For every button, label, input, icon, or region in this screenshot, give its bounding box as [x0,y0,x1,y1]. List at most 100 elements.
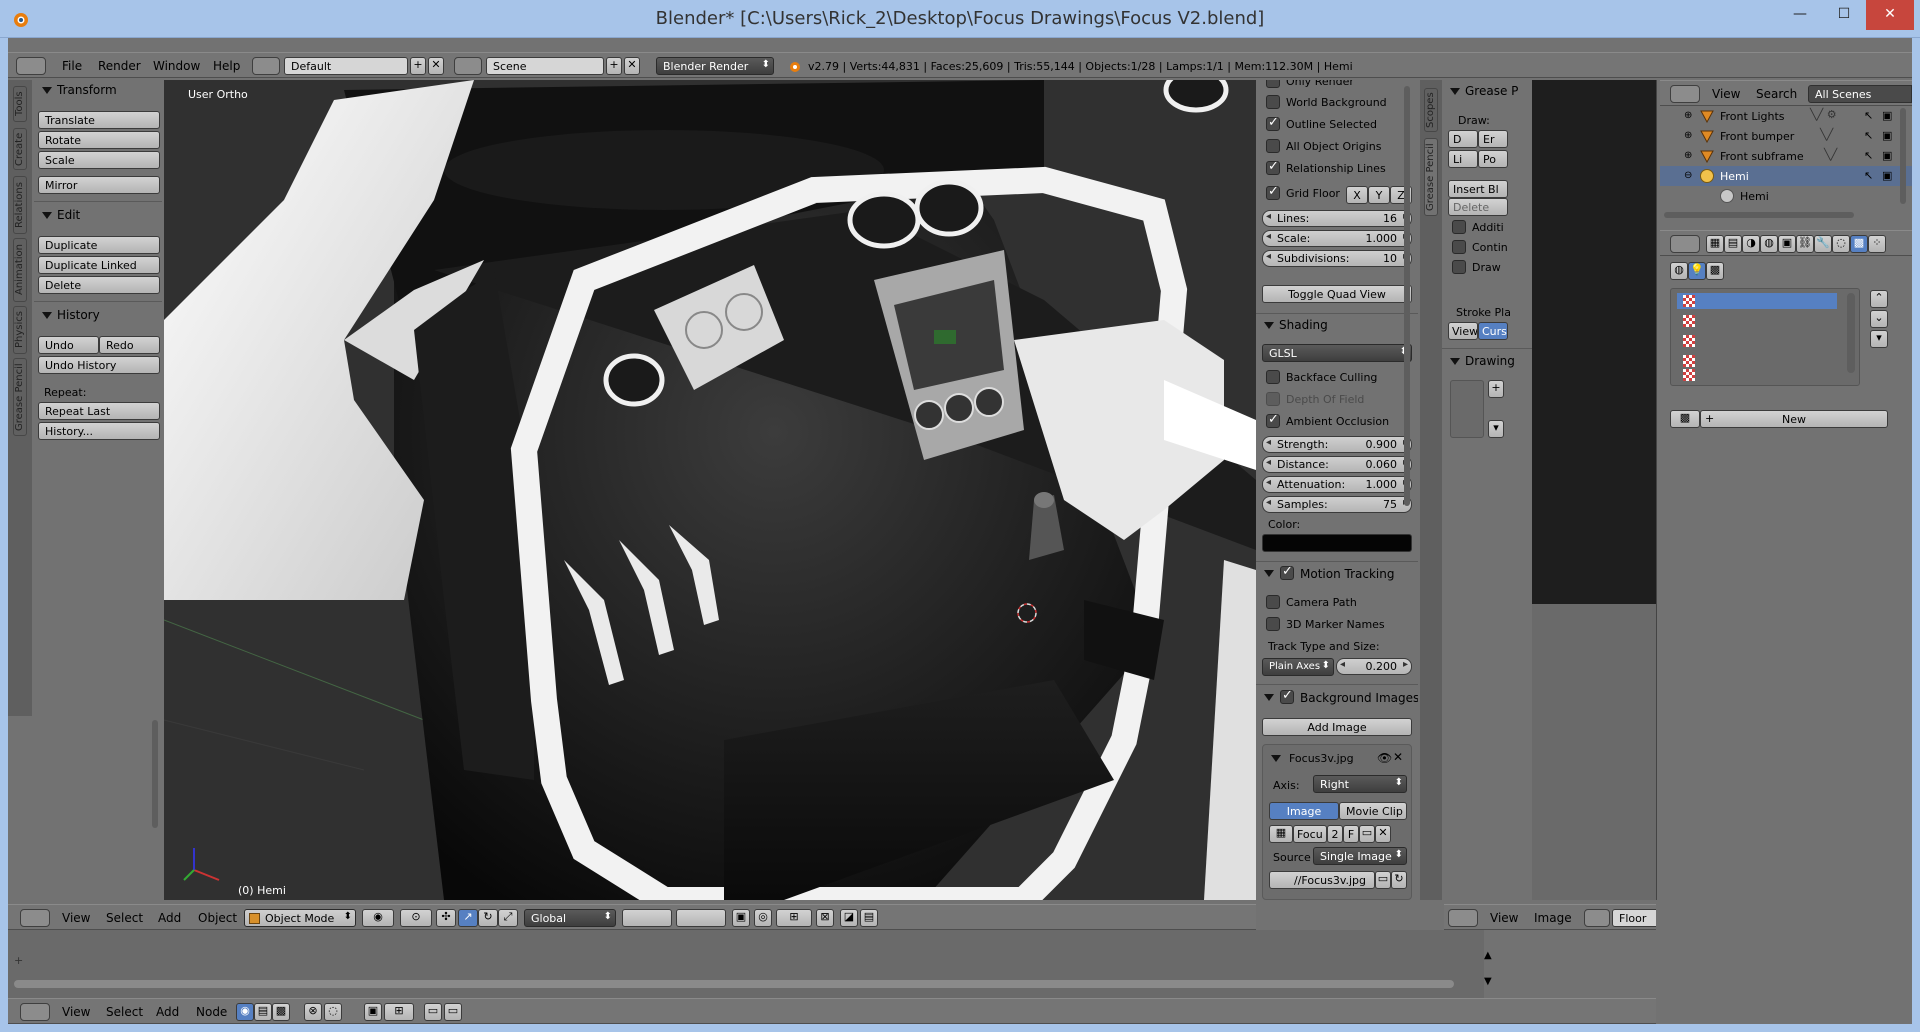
expand-icon[interactable]: ⊕ [1684,110,1692,121]
shading-panel-title[interactable]: Shading [1264,318,1328,332]
drawing-add-icon[interactable]: + [1488,380,1504,398]
selectable-icon[interactable]: ↖ [1864,129,1873,142]
editor-type-3dview-icon[interactable] [20,909,50,927]
menu-add[interactable]: Add [158,911,181,925]
world-texture-icon[interactable]: ◍ [1670,262,1688,280]
image-browse-icon[interactable]: ▦ [1269,825,1293,843]
expand-region-icon[interactable]: + [14,954,23,967]
maximize-button[interactable]: ☐ [1822,0,1866,30]
repeat-last-button[interactable]: Repeat Last [38,402,160,420]
image-path-field[interactable]: //Focus3v.jpg [1269,871,1375,889]
texture-browse-icon[interactable]: ▩ [1670,410,1700,428]
scene-icon[interactable] [454,57,482,75]
transform-panel-title[interactable]: Transform [42,83,117,97]
pivot-point-button[interactable]: ⊙ [400,909,432,927]
edit-panel-title[interactable]: Edit [42,208,80,222]
slot-menu-icon[interactable]: ▾ [1870,330,1888,348]
collapse-icon[interactable]: ⊖ [1684,170,1692,181]
node-menu-view[interactable]: View [62,1005,90,1019]
layer-buttons-2[interactable] [676,909,726,927]
editor-type-info-icon[interactable] [16,57,46,75]
properties-scrollbar[interactable] [1404,86,1410,506]
redo-button[interactable]: Redo [99,336,160,354]
grid-axis-y-toggle[interactable]: Y [1368,186,1390,204]
ao-strength-field[interactable]: Strength:0.900 [1262,436,1412,453]
grid-scale-field[interactable]: Scale:1.000 [1262,230,1412,247]
node-menu-select[interactable]: Select [106,1005,143,1019]
rotate-manipulator-icon[interactable]: ↻ [478,909,498,927]
drawing-list[interactable] [1450,380,1484,438]
menu-view[interactable]: View [62,911,90,925]
layer-buttons-1[interactable] [622,909,672,927]
erase-button[interactable]: Er [1478,130,1508,148]
scene-add-button[interactable]: + [606,57,622,75]
mode-select[interactable]: Object Mode [244,909,356,927]
menu-file[interactable]: File [62,59,82,73]
image-browse-icon[interactable] [1584,909,1610,927]
node-editor-area[interactable]: + ▲ ▼ [8,930,1664,998]
backface-culling-checkbox[interactable] [1266,370,1280,384]
outliner-row-selected[interactable]: ⊖ Hemi ↖ ▣ [1660,166,1912,186]
tab-grease-pencil-image[interactable]: Grease Pencil [1424,138,1438,216]
data-tab-icon[interactable]: ◌ [1832,235,1850,253]
minimize-button[interactable]: — [1778,0,1822,30]
image-users-count[interactable]: 2 [1327,825,1343,843]
delete-button[interactable]: Delete [38,276,160,294]
tab-movie-clip[interactable]: Movie Clip [1339,802,1407,820]
proportional-edit-icon[interactable]: ◎ [754,909,772,927]
marker-names-checkbox[interactable] [1266,617,1280,631]
scene-remove-button[interactable]: ✕ [624,57,640,75]
texture-list-scrollbar[interactable] [1847,293,1855,373]
image-file-browse-icon[interactable]: ▭ [1375,871,1391,889]
editor-type-image-icon[interactable] [1448,909,1478,927]
grease-pencil-title[interactable]: Grease P [1450,84,1518,98]
tab-image[interactable]: Image [1269,802,1339,820]
stroke-view-button[interactable]: View [1448,322,1478,340]
panel-arrow-down-icon[interactable]: ▼ [1484,976,1492,987]
delete-frame-button[interactable]: Delete [1448,198,1508,216]
bg-image-expand[interactable] [1271,751,1286,764]
grid-floor-checkbox[interactable] [1266,184,1280,200]
menu-object[interactable]: Object [198,911,237,925]
undo-button[interactable]: Undo [38,336,99,354]
backdrop-icon[interactable]: ◌ [324,1003,342,1021]
new-texture-button[interactable]: + New [1700,410,1888,428]
editor-type-node-icon[interactable] [20,1003,50,1021]
ambient-occlusion-checkbox[interactable] [1266,412,1280,428]
scene-field[interactable]: Scene [486,57,604,75]
stroke-cursor-button[interactable]: Curso [1478,322,1508,340]
all-object-origins-checkbox[interactable] [1266,139,1280,153]
history-panel-title[interactable]: History [42,308,100,322]
duplicate-linked-button[interactable]: Duplicate Linked [38,256,160,274]
brush-texture-icon[interactable]: ▩ [1706,262,1724,280]
texture-nodes-icon[interactable]: ▩ [272,1003,290,1021]
outliner-menu-view[interactable]: View [1712,87,1740,101]
background-images-panel-title[interactable] [1264,690,1279,704]
shading-mode-select[interactable]: GLSL [1262,344,1412,362]
eye-icon[interactable]: 👁 [1377,751,1392,765]
poly-button[interactable]: Po [1478,150,1508,168]
render-visibility-icon[interactable]: ▣ [1882,109,1892,122]
texture-slot-list[interactable] [1670,288,1860,386]
ao-color-swatch[interactable] [1262,534,1412,552]
render-animation-icon[interactable]: ▤ [860,909,878,927]
editor-type-outliner-icon[interactable] [1670,85,1700,103]
selectable-icon[interactable]: ↖ [1864,149,1873,162]
insert-blank-button[interactable]: Insert Bl [1448,180,1508,198]
node-hscrollbar[interactable] [14,980,1454,988]
depth-of-field-checkbox[interactable] [1266,392,1280,406]
image-name-field[interactable]: Focu [1293,825,1327,843]
outline-selected-checkbox[interactable] [1266,115,1280,131]
lamp-texture-icon[interactable]: 💡 [1688,262,1706,280]
slot-down-icon[interactable]: ⌄ [1870,310,1888,328]
menu-help[interactable]: Help [213,59,240,73]
add-image-button[interactable]: Add Image [1262,718,1412,736]
snap-element-node-icon[interactable]: ⊞ [384,1003,414,1021]
render-layers-tab-icon[interactable]: ▤ [1724,235,1742,253]
motion-tracking-checkbox[interactable] [1280,564,1294,580]
line-button[interactable]: Li [1448,150,1478,168]
compositing-nodes-icon[interactable]: ▤ [254,1003,272,1021]
scale-button[interactable]: Scale [38,151,160,169]
relationship-lines-checkbox[interactable] [1266,159,1280,175]
image-fake-user-toggle[interactable]: F [1343,825,1359,843]
